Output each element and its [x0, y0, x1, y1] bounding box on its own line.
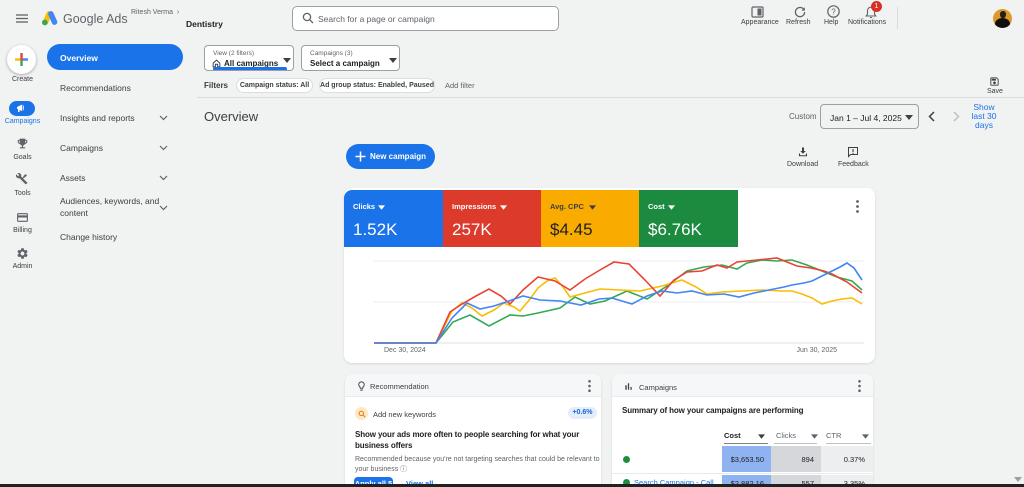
- svg-text:Dec 30, 2024: Dec 30, 2024: [384, 347, 426, 354]
- svg-text:Jun 30, 2025: Jun 30, 2025: [797, 347, 838, 354]
- svg-text:?: ?: [831, 7, 836, 16]
